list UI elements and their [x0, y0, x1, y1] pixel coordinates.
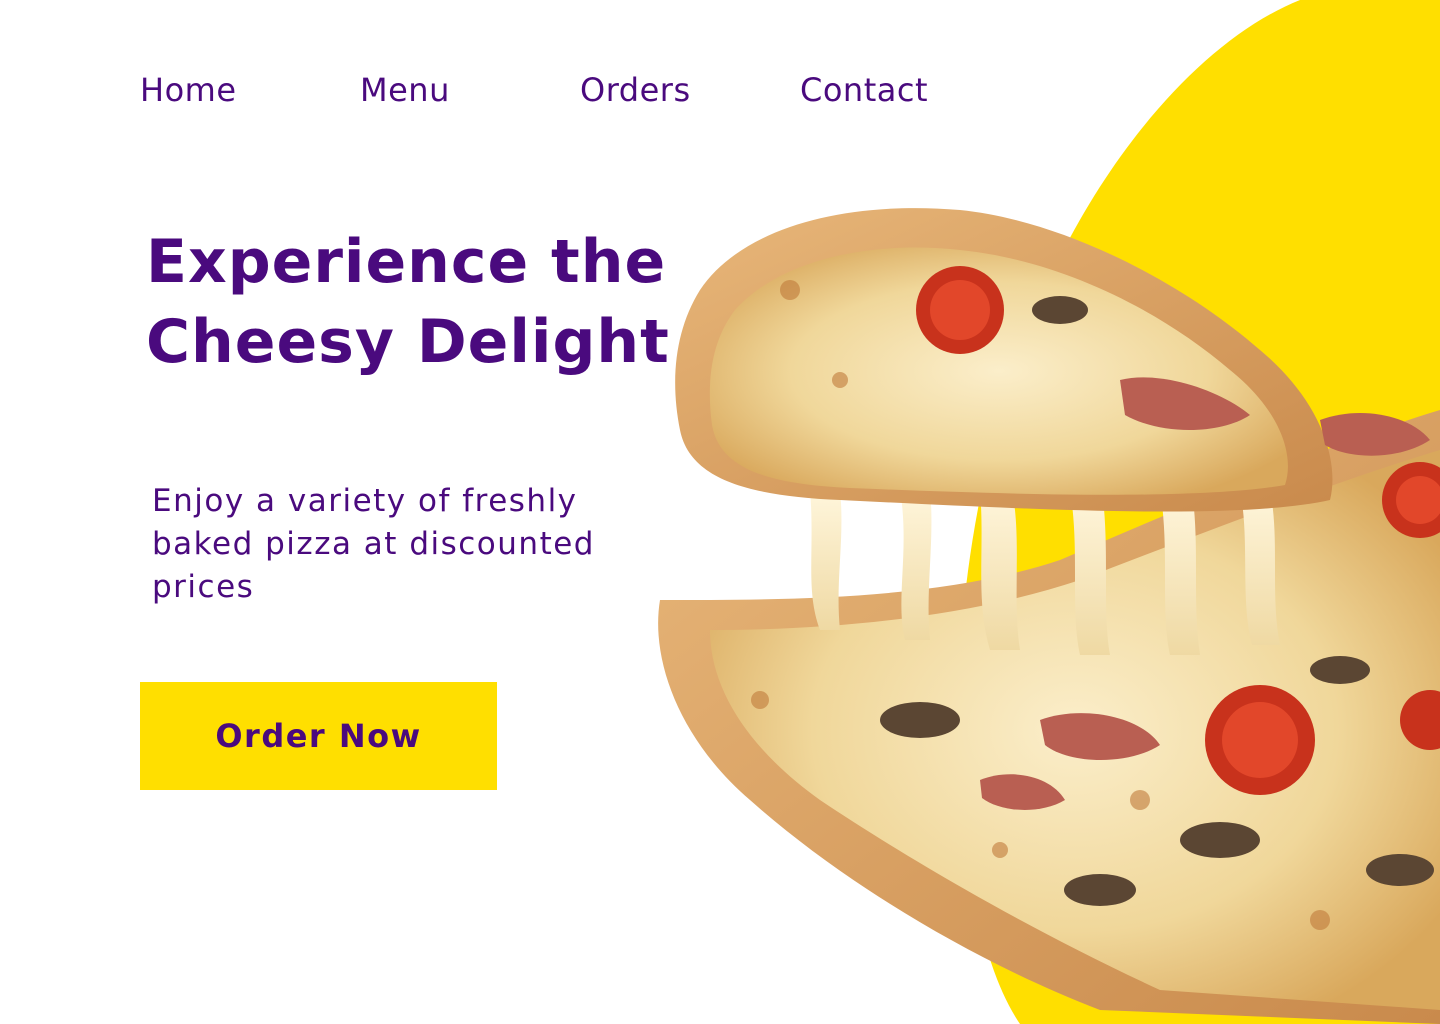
hero-title: Experience the Cheesy Delight — [146, 222, 706, 382]
nav-link-contact[interactable]: Contact — [800, 68, 928, 112]
order-now-button[interactable]: Order Now — [140, 682, 497, 790]
pizza-image — [658, 208, 1440, 1024]
hero-subtitle-line-2: baked pizza at discounted — [152, 526, 595, 562]
hero-title-line-1: Experience the — [146, 227, 667, 297]
nav-link-home[interactable]: Home — [140, 68, 237, 112]
hero-subtitle-line-1: Enjoy a variety of freshly — [152, 483, 578, 519]
nav-link-menu[interactable]: Menu — [360, 68, 450, 112]
hero-subtitle: Enjoy a variety of freshly baked pizza a… — [152, 480, 632, 609]
order-now-label: Order Now — [215, 717, 422, 755]
hero-title-line-2: Cheesy Delight — [146, 307, 670, 377]
hero-subtitle-line-3: prices — [152, 569, 255, 605]
nav-link-orders[interactable]: Orders — [580, 68, 691, 112]
